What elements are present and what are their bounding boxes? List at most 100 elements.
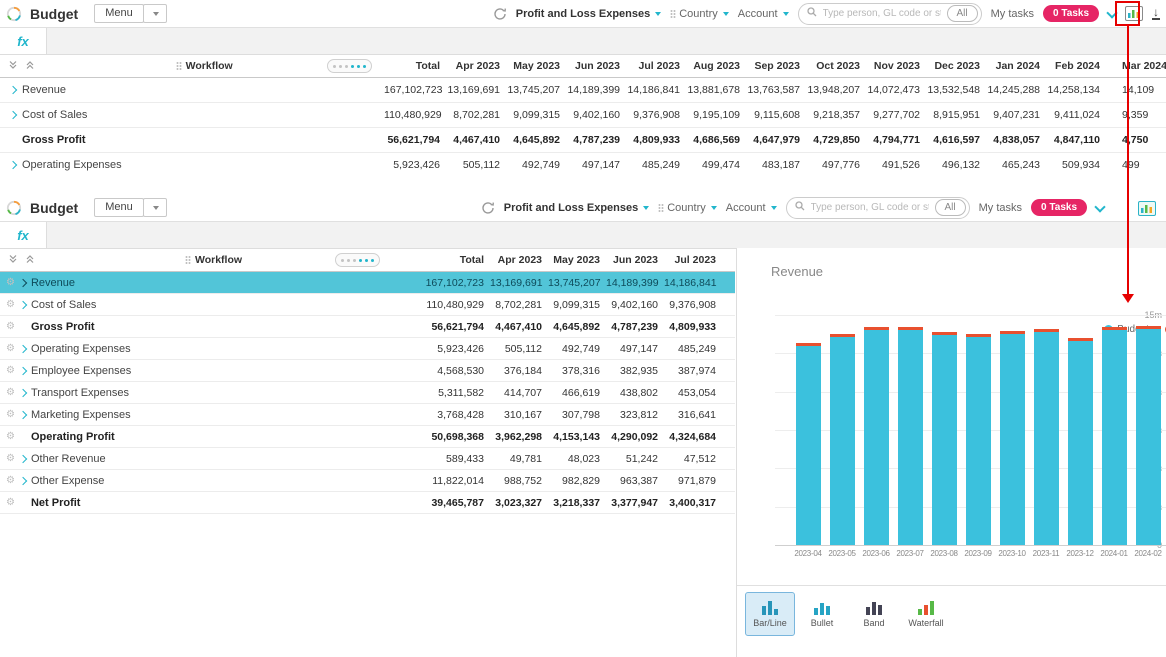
column-pager[interactable] — [335, 253, 395, 267]
tasks-badge[interactable]: 0 Tasks — [1031, 199, 1087, 216]
value-cell[interactable]: 496,132 — [926, 159, 986, 171]
value-cell[interactable]: 13,169,691 — [446, 84, 506, 96]
column-header[interactable]: May 2023 — [548, 254, 606, 266]
value-cell[interactable]: 13,532,548 — [926, 84, 986, 96]
download-icon[interactable]: ↓ — [1152, 7, 1160, 20]
column-header[interactable]: Total — [395, 254, 490, 266]
value-cell[interactable]: 14,072,473 — [866, 84, 926, 96]
account-dropdown[interactable]: Account — [726, 202, 777, 214]
value-cell[interactable]: 9,195,109 — [686, 109, 746, 121]
gear-icon[interactable]: ⚙ — [6, 278, 15, 288]
value-cell[interactable]: 4,787,239 — [566, 134, 626, 146]
table-row[interactable]: ⚙ Other Revenue 589,43349,78148,02351,24… — [0, 448, 735, 470]
value-cell[interactable]: 49,781 — [490, 453, 548, 465]
column-header[interactable]: Feb 2024 — [1046, 60, 1106, 72]
bar-2024-01[interactable] — [1102, 327, 1127, 545]
value-cell[interactable]: 4,729,850 — [806, 134, 866, 146]
refresh-icon[interactable] — [481, 201, 495, 215]
row-label-cell[interactable]: ⚙ Operating Profit — [0, 431, 185, 443]
column-pager-widget[interactable] — [335, 253, 380, 267]
row-label-cell[interactable]: Gross Profit — [0, 134, 176, 146]
workflow-column-header[interactable]: Workflow — [176, 60, 328, 72]
value-cell[interactable]: 4,838,057 — [986, 134, 1046, 146]
value-cell[interactable]: 110,480,929 — [395, 299, 490, 311]
table-row[interactable]: ⚙ Transport Expenses 5,311,582414,707466… — [0, 382, 735, 404]
value-cell[interactable]: 497,776 — [806, 159, 866, 171]
country-dropdown[interactable]: Country — [670, 8, 729, 20]
gear-icon[interactable]: ⚙ — [6, 454, 15, 464]
table-row[interactable]: ⚙ Employee Expenses 4,568,530376,184378,… — [0, 360, 735, 382]
value-cell[interactable]: 8,702,281 — [490, 299, 548, 311]
gear-icon[interactable]: ⚙ — [6, 410, 15, 420]
table-row[interactable]: ⚙ Operating Profit 50,698,3683,962,2984,… — [0, 426, 735, 448]
value-cell[interactable]: 497,147 — [566, 159, 626, 171]
gear-icon[interactable]: ⚙ — [6, 366, 15, 376]
value-cell[interactable]: 589,433 — [395, 453, 490, 465]
tasks-chevron-icon[interactable] — [1106, 7, 1117, 18]
value-cell[interactable]: 3,400,317 — [664, 497, 722, 509]
column-header[interactable]: May 2023 — [506, 60, 566, 72]
value-cell[interactable]: 414,707 — [490, 387, 548, 399]
value-cell[interactable]: 376,184 — [490, 365, 548, 377]
value-cell[interactable]: 9,099,315 — [548, 299, 606, 311]
value-cell[interactable]: 14,258,134 — [1046, 84, 1106, 96]
expand-icon[interactable] — [9, 161, 17, 169]
value-cell[interactable]: 382,935 — [606, 365, 664, 377]
expand-icon[interactable] — [9, 86, 17, 94]
value-cell[interactable]: 9,402,160 — [566, 109, 626, 121]
gear-icon[interactable]: ⚙ — [6, 432, 15, 442]
value-cell[interactable]: 4,794,771 — [866, 134, 926, 146]
value-cell[interactable]: 3,377,947 — [606, 497, 664, 509]
value-cell[interactable]: 4,153,143 — [548, 431, 606, 443]
table-row[interactable]: ⚙ Net Profit 39,465,7873,023,3273,218,33… — [0, 492, 735, 514]
value-cell[interactable]: 4,686,569 — [686, 134, 746, 146]
chart-type-button[interactable]: Band — [849, 592, 899, 636]
tasks-badge[interactable]: 0 Tasks — [1043, 5, 1099, 22]
value-cell[interactable]: 310,167 — [490, 409, 548, 421]
column-pager-widget[interactable] — [327, 59, 372, 73]
gear-icon[interactable]: ⚙ — [6, 388, 15, 398]
my-tasks-link[interactable]: My tasks — [979, 202, 1022, 214]
value-cell[interactable]: 4,645,892 — [548, 321, 606, 333]
gear-icon[interactable]: ⚙ — [6, 300, 15, 310]
value-cell[interactable]: 8,915,951 — [926, 109, 986, 121]
workflow-column-header[interactable]: Workflow — [185, 254, 335, 266]
value-cell[interactable]: 509,934 — [1046, 159, 1106, 171]
value-cell[interactable]: 465,243 — [986, 159, 1046, 171]
value-cell[interactable]: 485,249 — [626, 159, 686, 171]
value-cell[interactable]: 492,749 — [506, 159, 566, 171]
column-header[interactable]: Total — [384, 60, 446, 72]
value-cell[interactable]: 47,512 — [664, 453, 722, 465]
value-cell[interactable]: 505,112 — [490, 343, 548, 355]
value-cell[interactable]: 483,187 — [746, 159, 806, 171]
column-pager[interactable] — [327, 59, 384, 73]
value-cell[interactable]: 13,881,678 — [686, 84, 746, 96]
value-cell[interactable]: 4,324,684 — [664, 431, 722, 443]
value-cell[interactable]: 3,023,327 — [490, 497, 548, 509]
gear-icon[interactable]: ⚙ — [6, 344, 15, 354]
account-dropdown[interactable]: Account — [738, 8, 789, 20]
value-cell[interactable]: 14,245,288 — [986, 84, 1046, 96]
value-cell[interactable]: 3,962,298 — [490, 431, 548, 443]
bar-2023-12[interactable] — [1068, 338, 1093, 545]
value-cell[interactable]: 167,102,723 — [395, 277, 490, 289]
value-cell[interactable]: 50,698,368 — [395, 431, 490, 443]
value-cell[interactable]: 110,480,929 — [384, 109, 446, 121]
chart-type-button[interactable]: Bullet — [797, 592, 847, 636]
row-label-cell[interactable]: ⚙ Transport Expenses — [0, 387, 185, 399]
expand-icon[interactable] — [9, 111, 17, 119]
value-cell[interactable]: 497,147 — [606, 343, 664, 355]
value-cell[interactable]: 307,798 — [548, 409, 606, 421]
value-cell[interactable]: 466,619 — [548, 387, 606, 399]
dataset-dropdown[interactable]: Profit and Loss Expenses — [516, 8, 661, 20]
value-cell[interactable]: 4,467,410 — [490, 321, 548, 333]
bar-2023-05[interactable] — [830, 334, 855, 545]
value-cell[interactable]: 323,812 — [606, 409, 664, 421]
gear-icon[interactable]: ⚙ — [6, 476, 15, 486]
bar-2023-04[interactable] — [796, 343, 821, 545]
bar-2023-10[interactable] — [1000, 331, 1025, 545]
table-row[interactable]: ⚙ Marketing Expenses 3,768,428310,167307… — [0, 404, 735, 426]
value-cell[interactable]: 14,109 — [1106, 84, 1166, 96]
value-cell[interactable]: 11,822,014 — [395, 475, 490, 487]
table-row[interactable]: ⚙ Cost of Sales 110,480,9298,702,2819,09… — [0, 294, 735, 316]
